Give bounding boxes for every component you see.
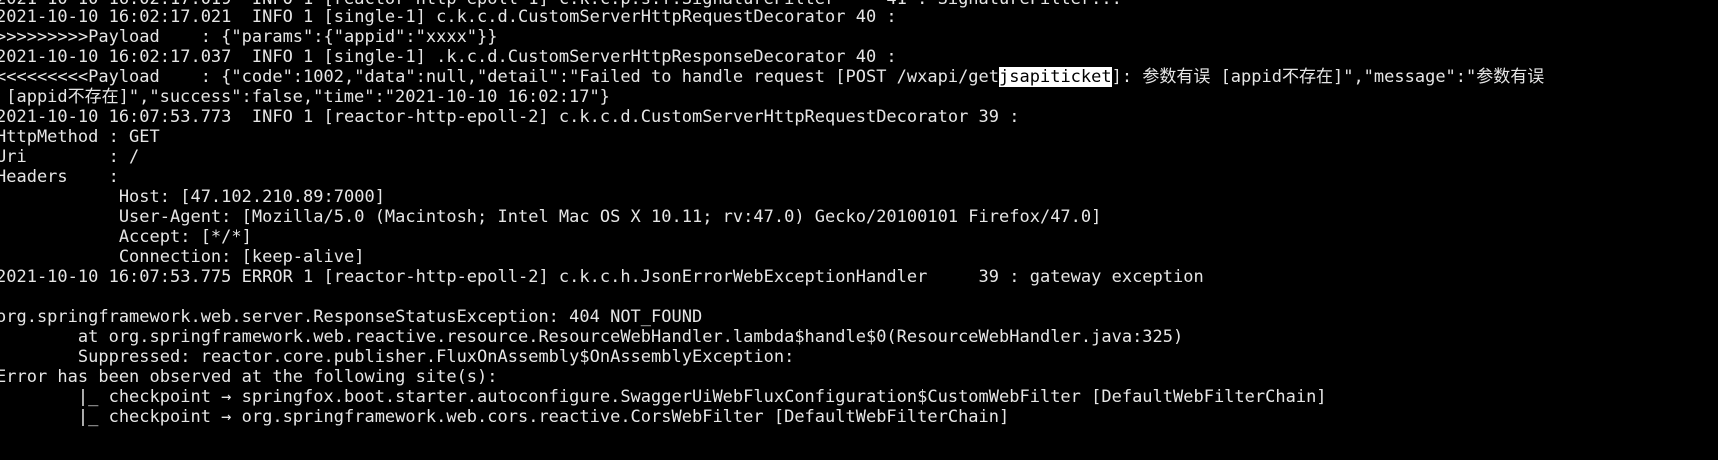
text-selection[interactable]: jsapiticket (999, 67, 1112, 87)
terminal-line: at org.springframework.web.reactive.reso… (0, 327, 1184, 347)
terminal-line: 2021-10-10 16:07:53.775 ERROR 1 [reactor… (0, 267, 1204, 287)
terminal-line: User-Agent: [Mozilla/5.0 (Macintosh; Int… (0, 207, 1102, 227)
terminal-line: Error has been observed at the following… (0, 367, 498, 387)
terminal-line: >>>>>>>>>Payload : {"params":{"appid":"x… (0, 27, 498, 47)
terminal-line: Connection: [keep-alive] (0, 247, 365, 267)
terminal-line: HttpMethod : GET (0, 127, 160, 147)
terminal-window[interactable]: 2021-10-10 16:02:17.019 INFO 1 [reactor-… (0, 0, 1718, 460)
terminal-line: 2021-10-10 16:02:17.037 INFO 1 [single-1… (0, 47, 897, 67)
terminal-line: |_ checkpoint → springfox.boot.starter.a… (0, 387, 1327, 407)
terminal-line: org.springframework.web.server.ResponseS… (0, 307, 703, 327)
terminal-line: Uri : / (0, 147, 140, 167)
terminal-line: [appid不存在]","success":false,"time":"2021… (0, 87, 610, 107)
terminal-line-text: <<<<<<<<<Payload : {"code":1002,"data":n… (0, 67, 1000, 87)
terminal-line-text: ]: 参数有误 [appid不存在]","message":"参数有误 (1111, 67, 1545, 87)
terminal-line: Headers : (0, 167, 119, 187)
terminal-line-selected: <<<<<<<<<Payload : {"code":1002,"data":n… (0, 66, 1544, 88)
terminal-line: Host: [47.102.210.89:7000] (0, 187, 385, 207)
terminal-line: |_ checkpoint → org.springframework.web.… (0, 407, 1010, 427)
terminal-line: Accept: [*/*] (0, 227, 252, 247)
terminal-line: 2021-10-10 16:07:53.773 INFO 1 [reactor-… (0, 107, 1020, 127)
terminal-line: Suppressed: reactor.core.publisher.FluxO… (0, 347, 795, 367)
terminal-line: 2021-10-10 16:02:17.021 INFO 1 [single-1… (0, 7, 897, 27)
